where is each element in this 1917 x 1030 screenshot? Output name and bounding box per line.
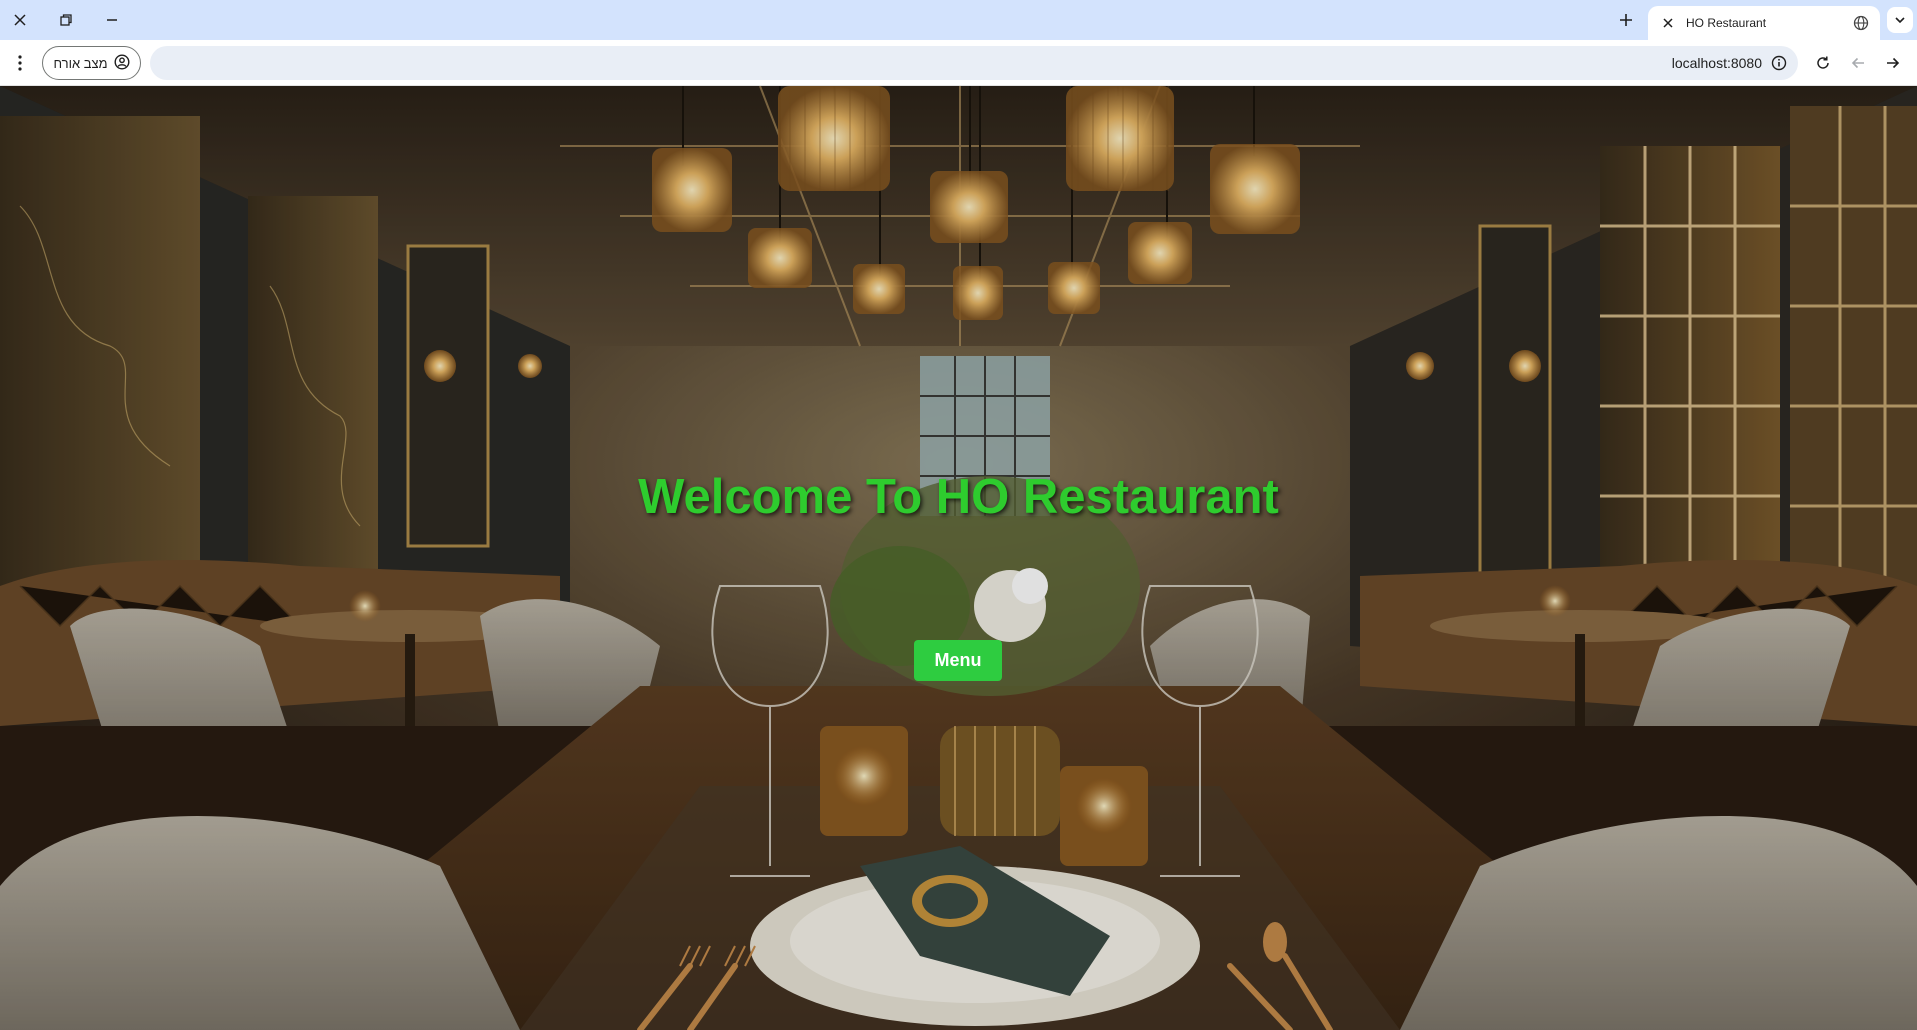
back-arrow-icon[interactable] — [1843, 48, 1873, 78]
tab-close-icon[interactable] — [1658, 13, 1678, 33]
browser-menu-dots-icon[interactable] — [6, 48, 34, 78]
window-restore-icon[interactable] — [51, 5, 81, 35]
reload-icon[interactable] — [1808, 48, 1838, 78]
restaurant-background-image — [0, 86, 1917, 1030]
guest-profile-icon — [114, 53, 130, 73]
address-bar[interactable]: localhost:8080 — [150, 46, 1798, 80]
new-tab-plus-icon[interactable] — [1611, 5, 1641, 35]
guest-profile-label: מצב אורח — [53, 55, 108, 71]
browser-tab-strip: HO Restaurant — [0, 0, 1917, 40]
window-close-icon[interactable] — [5, 5, 35, 35]
page-viewport: Welcome To HO Restaurant Menu — [0, 86, 1917, 1030]
menu-button[interactable]: Menu — [914, 640, 1002, 681]
browser-tab-active[interactable]: HO Restaurant — [1648, 6, 1880, 40]
tab-search-chevron-icon[interactable] — [1887, 7, 1913, 33]
address-bar-url[interactable]: localhost:8080 — [1672, 55, 1762, 71]
tab-title: HO Restaurant — [1686, 16, 1767, 30]
hero-title: Welcome To HO Restaurant — [638, 470, 1279, 524]
forward-arrow-icon[interactable] — [1878, 48, 1908, 78]
guest-profile-button[interactable]: מצב אורח — [42, 46, 141, 80]
site-info-icon[interactable] — [1768, 52, 1790, 74]
window-minimize-icon[interactable] — [97, 5, 127, 35]
globe-favicon-icon — [1852, 14, 1870, 32]
browser-toolbar: מצב אורח localhost:8080 — [0, 40, 1917, 86]
